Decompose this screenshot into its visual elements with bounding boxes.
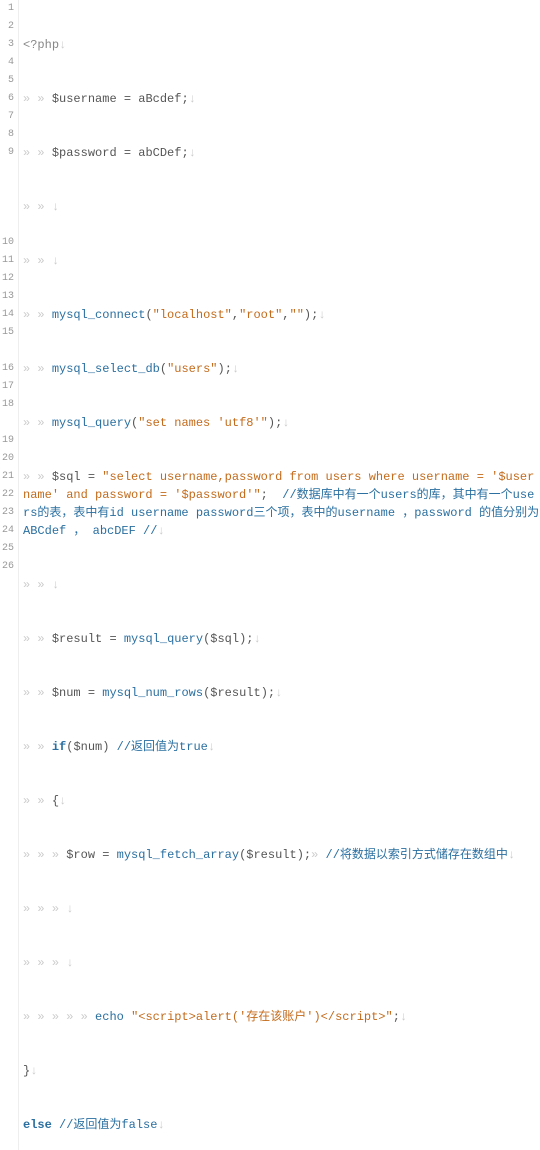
line-number: 19: [2, 432, 14, 450]
code-line: » » $result = mysql_query($sql);↓: [23, 630, 540, 648]
line-number: 10: [2, 234, 14, 252]
line-number: 16: [2, 360, 14, 378]
line-number: 4: [2, 54, 14, 72]
line-number-gutter: 1 2 3 4 5 6 7 8 9 10 11 12 13 14 15 16 1…: [0, 0, 19, 1150]
line-number: 6: [2, 90, 14, 108]
line-number: 17: [2, 378, 14, 396]
line-number: 15: [2, 324, 14, 342]
line-number: 14: [2, 306, 14, 324]
code-editor: 1 2 3 4 5 6 7 8 9 10 11 12 13 14 15 16 1…: [0, 0, 540, 1150]
line-number: 3: [2, 36, 14, 54]
line-number: 21: [2, 468, 14, 486]
code-line: » » mysql_connect("localhost","root","")…: [23, 306, 540, 324]
code-line: » » ↓: [23, 198, 540, 216]
line-number: 25: [2, 540, 14, 558]
code-line: » » » » » echo "<script>alert('存在该账户')</…: [23, 1008, 540, 1026]
line-number: 9: [2, 144, 14, 162]
code-line: » » » $row = mysql_fetch_array($result);…: [23, 846, 540, 864]
line-number: 5: [2, 72, 14, 90]
code-line: » » if($num) //返回值为true↓: [23, 738, 540, 756]
code-line: else //返回值为false↓: [23, 1116, 540, 1134]
line-number: 26: [2, 558, 14, 576]
code-line: » » $password = abCDef;↓: [23, 144, 540, 162]
line-number: 18: [2, 396, 14, 414]
line-number: 23: [2, 504, 14, 522]
code-line: » » $username = aBcdef;↓: [23, 90, 540, 108]
code-line: » » {↓: [23, 792, 540, 810]
line-number: 24: [2, 522, 14, 540]
code-line: }↓: [23, 1062, 540, 1080]
code-line: » » $sql = "select username,password fro…: [23, 468, 540, 540]
line-number: 2: [2, 18, 14, 36]
code-line: » » » ↓: [23, 900, 540, 918]
code-line: <?php↓: [23, 36, 540, 54]
line-number: 7: [2, 108, 14, 126]
code-line: » » mysql_select_db("users");↓: [23, 360, 540, 378]
code-line: » » » ↓: [23, 954, 540, 972]
code-area[interactable]: <?php↓ » » $username = aBcdef;↓ » » $pas…: [19, 0, 540, 1150]
line-number: 11: [2, 252, 14, 270]
line-number: 20: [2, 450, 14, 468]
code-line: » » ↓: [23, 252, 540, 270]
line-number: 13: [2, 288, 14, 306]
line-number: 1: [2, 0, 14, 18]
line-number: 22: [2, 486, 14, 504]
line-number: 8: [2, 126, 14, 144]
code-line: » » mysql_query("set names 'utf8'");↓: [23, 414, 540, 432]
code-line: » » $num = mysql_num_rows($result);↓: [23, 684, 540, 702]
line-number: 12: [2, 270, 14, 288]
code-line: » » ↓: [23, 576, 540, 594]
